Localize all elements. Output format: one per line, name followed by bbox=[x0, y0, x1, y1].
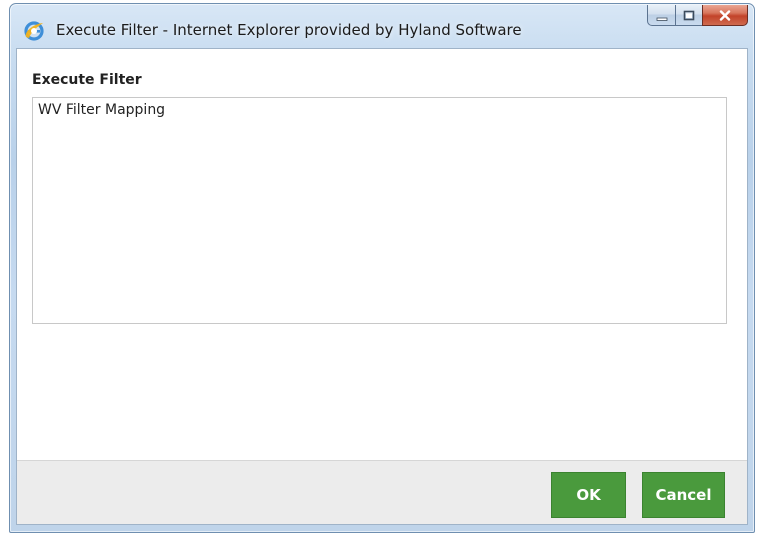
title-bar[interactable]: Execute Filter - Internet Explorer provi… bbox=[10, 4, 754, 48]
cancel-button[interactable]: Cancel bbox=[642, 472, 725, 518]
close-icon bbox=[719, 6, 731, 25]
maximize-button[interactable] bbox=[675, 5, 702, 26]
filter-listbox[interactable]: WV Filter Mapping bbox=[32, 97, 727, 324]
maximize-icon bbox=[683, 6, 695, 25]
list-item[interactable]: WV Filter Mapping bbox=[33, 98, 726, 118]
dialog-content: Execute Filter WV Filter Mapping OK Canc… bbox=[16, 48, 748, 525]
minimize-button[interactable] bbox=[647, 5, 675, 26]
caption-buttons bbox=[647, 5, 748, 26]
ok-button[interactable]: OK bbox=[551, 472, 626, 518]
dialog-footer: OK Cancel bbox=[17, 460, 747, 524]
window-title: Execute Filter - Internet Explorer provi… bbox=[56, 21, 522, 39]
internet-explorer-icon bbox=[23, 20, 45, 42]
dialog-heading: Execute Filter bbox=[32, 72, 142, 88]
minimize-icon bbox=[656, 6, 668, 25]
browser-popup-window: Execute Filter - Internet Explorer provi… bbox=[9, 3, 755, 533]
close-button[interactable] bbox=[702, 5, 748, 26]
